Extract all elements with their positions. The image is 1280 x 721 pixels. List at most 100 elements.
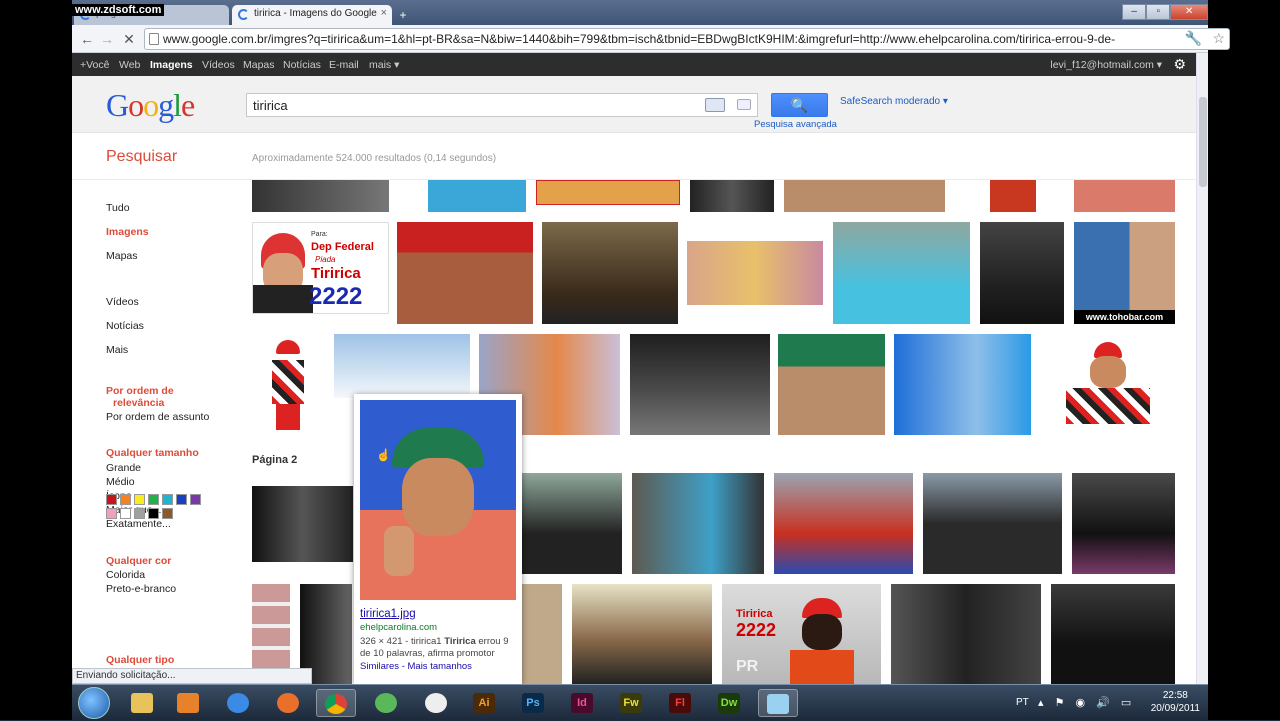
result-thumbnail[interactable] bbox=[990, 180, 1036, 212]
color-bw[interactable]: Preto-e-branco bbox=[106, 583, 176, 595]
tray-icons[interactable]: ▴ ⚑ ◉ 🔊 ▭ bbox=[1038, 696, 1135, 709]
swatch-red[interactable] bbox=[106, 494, 117, 505]
address-bar[interactable]: www.google.com.br/imgres?q=tiririca&um=1… bbox=[144, 28, 1230, 50]
nav-videos[interactable]: Vídeos bbox=[106, 296, 139, 308]
result-thumbnail[interactable] bbox=[252, 486, 353, 562]
result-thumbnail[interactable] bbox=[536, 180, 680, 205]
size-medio[interactable]: Médio bbox=[106, 476, 135, 488]
taskbar-photoshop[interactable]: Ps bbox=[513, 689, 553, 717]
safesearch-dropdown[interactable]: SafeSearch moderado ▾ bbox=[840, 96, 948, 107]
scrollbar-thumb[interactable] bbox=[1199, 97, 1207, 187]
gbar-mapas[interactable]: Mapas bbox=[243, 59, 275, 71]
result-thumbnail[interactable] bbox=[784, 180, 945, 212]
order-relevance-line1[interactable]: Por ordem de bbox=[106, 385, 174, 397]
swatch-teal[interactable] bbox=[162, 494, 173, 505]
taskbar-fireworks[interactable]: Fw bbox=[611, 689, 651, 717]
order-relevance-line2[interactable]: relevância bbox=[113, 397, 164, 409]
taskbar-clock[interactable]: 22:58 20/09/2011 bbox=[1151, 689, 1200, 715]
wrench-menu-icon[interactable]: 🔧 bbox=[1185, 30, 1202, 47]
result-thumbnail[interactable] bbox=[542, 222, 678, 324]
swatch-gray[interactable] bbox=[134, 508, 145, 519]
nav-tudo[interactable]: Tudo bbox=[106, 202, 130, 214]
gbar-voce[interactable]: +Você bbox=[80, 59, 110, 71]
result-thumbnail[interactable] bbox=[572, 584, 712, 684]
swatch-green[interactable] bbox=[148, 494, 159, 505]
tab-google-images[interactable]: tiririca - Imagens do Google × bbox=[232, 5, 392, 25]
back-arrow-icon[interactable]: ← bbox=[78, 30, 96, 48]
bookmark-star-icon[interactable]: ☆ bbox=[1212, 30, 1225, 47]
result-thumbnail[interactable] bbox=[1072, 473, 1175, 574]
nav-noticias[interactable]: Notícias bbox=[106, 320, 144, 332]
result-thumbnail-dep-federal[interactable]: Para: Dep Federal Piada Tiririca 2222 bbox=[252, 222, 389, 314]
gear-icon[interactable]: ⚙ bbox=[1173, 56, 1186, 73]
hover-preview-image[interactable] bbox=[360, 400, 516, 600]
result-thumbnail[interactable] bbox=[1051, 584, 1175, 684]
taskbar-chrome[interactable] bbox=[316, 689, 356, 717]
result-thumbnail[interactable] bbox=[1074, 180, 1175, 212]
forward-arrow-icon[interactable]: → bbox=[98, 30, 116, 48]
nav-imagens[interactable]: Imagens bbox=[106, 226, 149, 238]
gbar-videos[interactable]: Vídeos bbox=[202, 59, 235, 71]
page-scrollbar[interactable] bbox=[1196, 53, 1208, 684]
result-thumbnail-poster[interactable]: Tiririca 2222 PR bbox=[722, 584, 881, 684]
close-tab-icon[interactable]: × bbox=[381, 7, 387, 19]
nav-mapas[interactable]: Mapas bbox=[106, 250, 138, 262]
hover-filename-link[interactable]: tiririca1.jpg bbox=[360, 608, 516, 620]
size-any[interactable]: Qualquer tamanho bbox=[106, 447, 199, 459]
result-thumbnail[interactable] bbox=[522, 584, 562, 684]
result-thumbnail[interactable] bbox=[894, 334, 1031, 435]
stop-loading-icon[interactable]: ✕ bbox=[120, 30, 138, 48]
swatch-white[interactable] bbox=[120, 508, 131, 519]
result-thumbnail[interactable] bbox=[980, 222, 1064, 324]
advanced-search-link[interactable]: Pesquisa avançada bbox=[754, 119, 837, 130]
taskbar-firefox[interactable] bbox=[268, 689, 308, 717]
taskbar-dreamweaver[interactable]: Dw bbox=[709, 689, 749, 717]
taskbar-media-player[interactable] bbox=[168, 689, 208, 717]
new-tab-button[interactable]: + bbox=[396, 8, 410, 22]
search-input[interactable]: tiririca bbox=[246, 93, 758, 117]
image-hover-card[interactable]: tiririca1.jpg ehelpcarolina.com 326 × 42… bbox=[354, 394, 522, 684]
swatch-pink[interactable] bbox=[106, 508, 117, 519]
result-thumbnail[interactable] bbox=[833, 222, 970, 324]
swatch-purple[interactable] bbox=[190, 494, 201, 505]
taskbar-ie[interactable] bbox=[218, 689, 258, 717]
taskbar-window[interactable] bbox=[758, 689, 798, 717]
close-window-button[interactable]: ✕ bbox=[1170, 4, 1208, 20]
keyboard-icon[interactable] bbox=[705, 98, 725, 112]
taskbar-illustrator[interactable]: Ai bbox=[464, 689, 504, 717]
gbar-noticias[interactable]: Notícias bbox=[283, 59, 321, 71]
result-thumbnail[interactable] bbox=[632, 473, 764, 574]
result-thumbnail[interactable] bbox=[778, 334, 885, 435]
size-grande[interactable]: Grande bbox=[106, 462, 141, 474]
type-any[interactable]: Qualquer tipo bbox=[106, 654, 174, 666]
language-indicator[interactable]: PT bbox=[1016, 697, 1029, 708]
taskbar-soccer[interactable] bbox=[416, 689, 456, 717]
color-any[interactable]: Qualquer cor bbox=[106, 555, 171, 567]
result-thumbnail[interactable] bbox=[522, 473, 622, 574]
gbar-web[interactable]: Web bbox=[119, 59, 140, 71]
taskbar-messenger[interactable] bbox=[366, 689, 406, 717]
result-thumbnail[interactable] bbox=[687, 241, 823, 305]
size-exatamente[interactable]: Exatamente... bbox=[106, 518, 171, 530]
result-thumbnail[interactable] bbox=[334, 334, 470, 398]
result-thumbnail[interactable] bbox=[630, 334, 770, 435]
result-thumbnail[interactable] bbox=[252, 334, 324, 435]
result-thumbnail-tohobar[interactable]: www.tohobar.com bbox=[1074, 222, 1175, 324]
result-thumbnail[interactable] bbox=[397, 222, 533, 324]
result-thumbnail[interactable] bbox=[690, 180, 774, 212]
swatch-orange[interactable] bbox=[120, 494, 131, 505]
start-button[interactable] bbox=[78, 687, 110, 719]
order-subject[interactable]: Por ordem de assunto bbox=[106, 411, 209, 423]
result-thumbnail[interactable] bbox=[774, 473, 913, 574]
taskbar-indesign[interactable]: Id bbox=[562, 689, 602, 717]
swatch-yellow[interactable] bbox=[134, 494, 145, 505]
taskbar-explorer[interactable] bbox=[122, 689, 162, 717]
taskbar-flash[interactable]: Fl bbox=[660, 689, 700, 717]
gbar-email[interactable]: E-mail bbox=[329, 59, 359, 71]
color-colorida[interactable]: Colorida bbox=[106, 569, 145, 581]
nav-mais[interactable]: Mais bbox=[106, 344, 128, 356]
result-thumbnail[interactable] bbox=[428, 180, 526, 212]
swatch-blue[interactable] bbox=[176, 494, 187, 505]
google-logo[interactable]: Google bbox=[106, 87, 195, 124]
hover-similar-links[interactable]: Similares - Mais tamanhos bbox=[360, 661, 516, 672]
